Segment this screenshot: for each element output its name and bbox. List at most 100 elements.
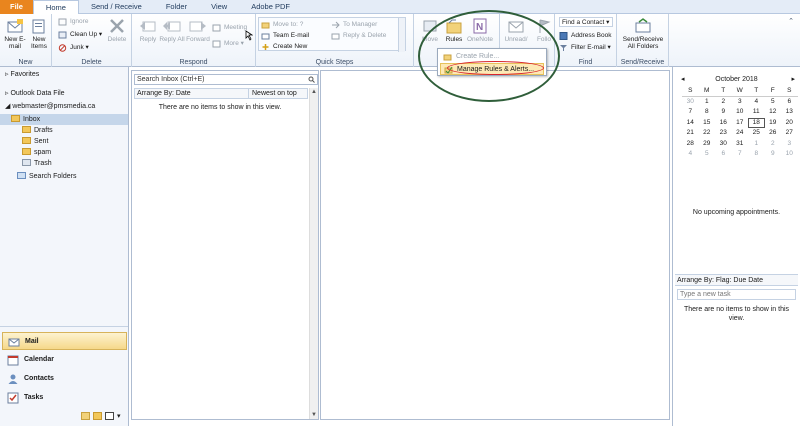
configure-buttons-icon[interactable]: ▾ — [117, 412, 121, 420]
calendar-day[interactable]: 7 — [682, 107, 699, 118]
search-inbox-input[interactable]: Search Inbox (Ctrl+E) — [134, 74, 318, 85]
calendar-day[interactable]: 24 — [732, 128, 749, 139]
quick-step-move-to[interactable]: Move to: ? — [261, 19, 303, 30]
tab-home[interactable]: Home — [32, 0, 79, 15]
calendar-day[interactable]: 23 — [715, 128, 732, 139]
tab-folder[interactable]: Folder — [154, 0, 199, 14]
calendar-day[interactable]: 15 — [699, 118, 716, 129]
search-folders-node[interactable]: Search Folders — [0, 171, 128, 182]
task-arrange-header[interactable]: Arrange By: Flag: Due Date — [675, 275, 798, 286]
calendar-day[interactable]: 11 — [748, 107, 765, 118]
calendar-day[interactable]: 4 — [682, 149, 699, 160]
data-file-node[interactable]: ▹ Outlook Data File — [0, 88, 128, 99]
calendar-day[interactable]: 28 — [682, 139, 699, 150]
calendar-day[interactable]: 3 — [781, 139, 798, 150]
calendar-day[interactable]: 29 — [699, 139, 716, 150]
send-receive-all-button[interactable]: Send/Receive All Folders — [619, 18, 667, 50]
calendar-day[interactable]: 18 — [748, 117, 765, 128]
nav-pane-splitter[interactable] — [0, 326, 128, 330]
calendar-day[interactable]: 9 — [715, 107, 732, 118]
nav-contacts-button[interactable]: Contacts — [2, 370, 127, 388]
next-month-icon[interactable]: ▸ — [791, 75, 795, 83]
calendar-day[interactable]: 6 — [781, 97, 798, 108]
calendar-day[interactable]: 22 — [699, 128, 716, 139]
folder-sent[interactable]: Sent — [0, 136, 128, 147]
calendar-day[interactable]: 5 — [699, 149, 716, 160]
folder-drafts[interactable]: Drafts — [0, 125, 128, 136]
calendar-day[interactable]: 6 — [715, 149, 732, 160]
ribbon-tabs: File Home Send / Receive Folder View Ado… — [0, 0, 800, 15]
folder-inbox[interactable]: Inbox — [0, 114, 128, 125]
calendar-day[interactable]: 21 — [682, 128, 699, 139]
calendar-day[interactable]: 1 — [699, 97, 716, 108]
calendar-day[interactable]: 17 — [732, 118, 749, 129]
forward-button[interactable]: Forward — [184, 18, 212, 43]
ignore-button[interactable]: Ignore — [58, 16, 88, 27]
clean-up-button[interactable]: Clean Up ▾ — [58, 29, 102, 40]
calendar-day[interactable]: 13 — [781, 107, 798, 118]
arrange-by-date[interactable]: Arrange By: Date — [137, 89, 191, 99]
calendar-day[interactable]: 5 — [765, 97, 782, 108]
calendar-day[interactable]: 14 — [682, 118, 699, 129]
notes-icon[interactable] — [81, 412, 90, 420]
quick-step-reply-delete[interactable]: Reply & Delete — [331, 30, 386, 41]
quick-steps-gallery: Move to: ? To Manager Team E-mail Reply … — [258, 17, 406, 52]
tab-adobe-pdf[interactable]: Adobe PDF — [239, 0, 302, 14]
more-button[interactable]: More ▾ — [212, 38, 244, 49]
calendar-day[interactable]: 30 — [682, 97, 699, 108]
nav-mail-button[interactable]: Mail — [2, 332, 127, 350]
calendar-day[interactable]: 10 — [781, 149, 798, 160]
calendar-day[interactable]: 12 — [765, 107, 782, 118]
calendar-day[interactable]: 1 — [748, 139, 765, 150]
calendar-day[interactable]: 31 — [732, 139, 749, 150]
sort-order[interactable]: Newest on top — [248, 89, 297, 99]
calendar-day[interactable]: 25 — [748, 128, 765, 139]
ribbon: New E-mail New Items New Ignore Clean Up… — [0, 14, 800, 67]
calendar-day[interactable]: 7 — [732, 149, 749, 160]
find-contact-box[interactable]: Find a Contact ▾ — [559, 17, 613, 27]
tab-file[interactable]: File — [0, 0, 33, 14]
account-node[interactable]: ◢ webmaster@pmsmedia.ca — [0, 101, 128, 112]
calendar-day[interactable]: 20 — [781, 118, 798, 129]
calendar-day[interactable]: 30 — [715, 139, 732, 150]
message-list-scrollbar[interactable]: ▲ ▼ — [309, 88, 318, 419]
calendar-day[interactable]: 4 — [748, 97, 765, 108]
calendar-day[interactable]: 16 — [715, 118, 732, 129]
address-book-button[interactable]: Address Book — [559, 30, 611, 41]
quick-steps-scroll[interactable] — [398, 18, 405, 52]
calendar-day[interactable]: 8 — [699, 107, 716, 118]
quick-step-team-email[interactable]: Team E-mail — [261, 30, 309, 41]
nav-calendar-button[interactable]: Calendar — [2, 351, 127, 369]
calendar-day[interactable]: 2 — [715, 97, 732, 108]
folder-trash[interactable]: Trash — [0, 158, 128, 169]
calendar-day[interactable]: 27 — [781, 128, 798, 139]
nav-tasks-button[interactable]: Tasks — [2, 389, 127, 407]
reply-all-button[interactable]: Reply All — [158, 18, 186, 43]
delete-button[interactable]: Delete — [103, 18, 131, 43]
calendar-day[interactable]: 19 — [765, 118, 782, 129]
tab-view[interactable]: View — [199, 0, 239, 14]
folder-list-icon[interactable] — [93, 412, 102, 420]
scroll-down-icon[interactable]: ▼ — [310, 411, 318, 419]
calendar-day[interactable]: 10 — [732, 107, 749, 118]
tab-send-receive[interactable]: Send / Receive — [79, 0, 154, 14]
calendar-day[interactable]: 2 — [765, 139, 782, 150]
filter-email-button[interactable]: Filter E-mail ▾ — [559, 42, 611, 53]
calendar-day[interactable]: 9 — [765, 149, 782, 160]
ribbon-collapse-icon[interactable]: ⌃ — [788, 17, 794, 25]
quick-step-create-new[interactable]: Create New — [261, 41, 307, 52]
scroll-up-icon[interactable]: ▲ — [310, 88, 318, 96]
address-book-icon — [559, 32, 568, 40]
calendar-day[interactable]: 3 — [732, 97, 749, 108]
quick-step-to-manager[interactable]: To Manager — [331, 19, 377, 30]
search-icon[interactable] — [308, 76, 315, 83]
calendar-day[interactable]: 26 — [765, 128, 782, 139]
favorites-header[interactable]: ▹ Favorites — [0, 69, 128, 80]
new-items-button[interactable]: New Items — [25, 18, 53, 50]
calendar-day[interactable]: 8 — [748, 149, 765, 160]
new-task-input[interactable]: Type a new task — [677, 289, 796, 300]
meeting-button[interactable]: Meeting — [212, 22, 247, 33]
folder-spam[interactable]: spam — [0, 147, 128, 158]
junk-button[interactable]: Junk ▾ — [58, 42, 89, 53]
shortcuts-icon[interactable] — [105, 412, 114, 420]
